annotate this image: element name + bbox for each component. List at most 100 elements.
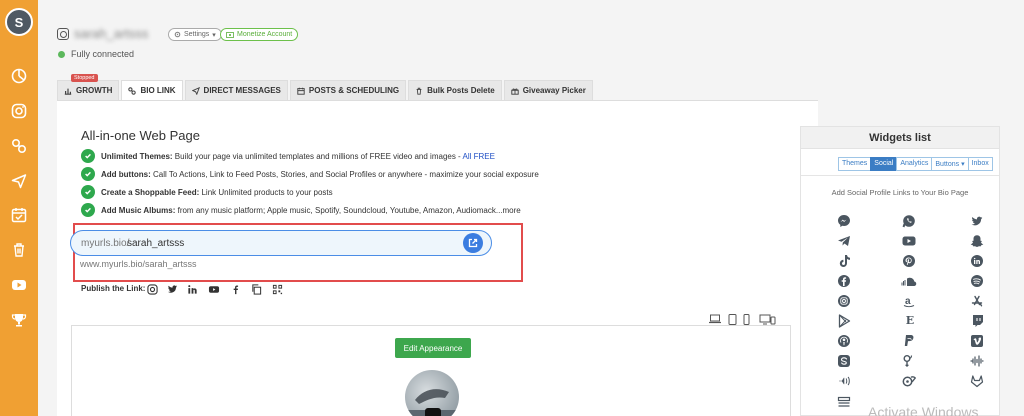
- pie-chart-icon[interactable]: [9, 66, 29, 86]
- clubhouse-icon[interactable]: [836, 373, 852, 389]
- share-qr-code-icon[interactable]: [270, 282, 284, 296]
- twitter-icon[interactable]: [969, 213, 985, 229]
- chevron-down-icon: ▾: [212, 31, 216, 39]
- feature-item: Create a Shoppable Feed: Link Unlimited …: [81, 185, 333, 199]
- gitlab-icon[interactable]: [969, 373, 985, 389]
- open-link-button[interactable]: [463, 233, 483, 253]
- share-facebook-icon[interactable]: [228, 282, 242, 296]
- share-instagram-icon[interactable]: [145, 282, 159, 296]
- share-linkedin-icon[interactable]: [185, 282, 199, 296]
- check-circle-icon: [81, 167, 95, 181]
- podcasts-icon[interactable]: [836, 333, 852, 349]
- widgets-title: Widgets list: [801, 127, 999, 149]
- url-slug[interactable]: sarah_artsss: [127, 238, 184, 249]
- widgets-panel: Widgets list Themes Social Analytics But…: [800, 126, 1000, 416]
- desktop-mobile-icon[interactable]: [759, 313, 776, 325]
- trophy-icon[interactable]: [9, 310, 29, 330]
- tiktok-icon[interactable]: [836, 253, 852, 269]
- feature-title: Create a Shoppable Feed:: [101, 187, 200, 197]
- share-youtube-icon[interactable]: [207, 282, 221, 296]
- trash-icon[interactable]: [9, 240, 29, 260]
- widgets-tabs: Themes Social Analytics Buttons ▾ Inbox: [838, 157, 993, 171]
- instagram-icon[interactable]: [9, 101, 29, 121]
- camera-icon[interactable]: [425, 408, 441, 416]
- link-icon: [128, 86, 137, 95]
- etsy-icon[interactable]: E: [902, 312, 918, 328]
- facebook-icon[interactable]: [836, 273, 852, 289]
- widget-tab-inbox[interactable]: Inbox: [967, 157, 993, 171]
- account-name: sarah_artsss: [74, 26, 149, 41]
- bandcamp-icon[interactable]: [836, 395, 852, 411]
- send-icon: [191, 86, 200, 95]
- tab-direct-messages[interactable]: DIRECT MESSAGES: [184, 80, 288, 100]
- tab-posts-scheduling[interactable]: POSTS & SCHEDULING: [289, 80, 407, 100]
- vimeo-icon[interactable]: [969, 333, 985, 349]
- onlyfans-icon[interactable]: [901, 373, 917, 389]
- link-icon[interactable]: [9, 136, 29, 156]
- share-copy-icon[interactable]: [249, 282, 263, 296]
- app-store-icon[interactable]: [969, 293, 985, 309]
- account-header: sarah_artsss Settings ▾ Monetize Account…: [38, 0, 1024, 76]
- user-avatar[interactable]: S: [5, 8, 33, 36]
- calendar-icon: [297, 87, 305, 95]
- telegram-icon[interactable]: [836, 233, 852, 249]
- feature-item: Add buttons: Call To Actions, Link to Fe…: [81, 167, 539, 181]
- bio-link-panel: All-in-one Web Page Unlimited Themes: Bu…: [57, 100, 818, 416]
- spotify-icon[interactable]: [969, 273, 985, 289]
- feature-item: Unlimited Themes: Build your page via un…: [81, 149, 495, 163]
- all-free-link[interactable]: All FREE: [463, 152, 495, 161]
- share-twitter-icon[interactable]: [165, 282, 179, 296]
- gift-icon: [511, 88, 519, 95]
- laptop-icon[interactable]: [708, 313, 722, 325]
- widget-tab-buttons[interactable]: Buttons ▾: [931, 157, 969, 171]
- tab-bio-link[interactable]: BIO LINK: [121, 80, 183, 100]
- tab-label: POSTS & SCHEDULING: [308, 86, 400, 95]
- bar-chart-icon: [64, 88, 72, 95]
- messenger-icon[interactable]: [836, 213, 852, 229]
- linkedin-icon[interactable]: [969, 253, 985, 269]
- tab-growth[interactable]: Stopped GROWTH: [57, 74, 120, 100]
- feature-title: Unlimited Themes:: [101, 151, 173, 161]
- phone-icon[interactable]: [743, 313, 750, 325]
- widget-tab-social[interactable]: Social: [870, 157, 898, 171]
- monetize-label: Monetize Account: [237, 31, 293, 38]
- whatsapp-icon[interactable]: [901, 213, 917, 229]
- edit-appearance-button[interactable]: Edit Appearance: [395, 338, 471, 358]
- audiomack-icon[interactable]: [969, 353, 985, 369]
- soundcloud-icon[interactable]: [901, 273, 917, 289]
- google-play-icon[interactable]: [836, 313, 852, 329]
- url-prefix: myurls.bio/: [81, 238, 130, 249]
- widgets-subtitle: Add Social Profile Links to Your Bio Pag…: [831, 188, 969, 197]
- monetize-account-button[interactable]: Monetize Account: [220, 28, 299, 41]
- skype-icon[interactable]: [836, 353, 852, 369]
- status-dot-icon: [58, 50, 65, 58]
- send-icon[interactable]: [9, 171, 29, 191]
- full-url-text: www.myurls.bio/sarah_artsss: [80, 259, 197, 269]
- calendar-check-icon[interactable]: [9, 205, 29, 225]
- tablet-icon[interactable]: [728, 313, 737, 325]
- youtube-icon[interactable]: [9, 275, 29, 295]
- money-icon: [226, 31, 234, 38]
- stopped-badge: Stopped: [71, 74, 98, 82]
- settings-button[interactable]: Settings ▾: [168, 28, 222, 41]
- pinterest-icon[interactable]: [901, 253, 917, 269]
- tab-label: Giveaway Picker: [522, 86, 586, 95]
- connection-status: Fully connected: [58, 49, 134, 59]
- tab-label: DIRECT MESSAGES: [203, 86, 281, 95]
- instagram-icon[interactable]: [836, 293, 852, 309]
- check-circle-icon: [81, 185, 95, 199]
- amazon-icon[interactable]: a: [901, 293, 917, 309]
- tab-giveaway-picker[interactable]: Giveaway Picker: [503, 80, 593, 100]
- twitch-icon[interactable]: [969, 313, 985, 329]
- cashapp-icon[interactable]: [901, 353, 917, 369]
- widget-tab-themes[interactable]: Themes: [838, 157, 872, 171]
- feature-title: Add Music Albums:: [101, 205, 176, 215]
- feature-text: Link Unlimited products to your posts: [199, 187, 333, 197]
- snapchat-icon[interactable]: [969, 233, 985, 249]
- instagram-account-icon: [57, 28, 69, 40]
- paypal-icon[interactable]: [901, 333, 917, 349]
- divider: [801, 175, 999, 176]
- youtube-icon[interactable]: [901, 233, 917, 249]
- widget-tab-analytics[interactable]: Analytics: [896, 157, 933, 171]
- tab-bulk-posts-delete[interactable]: Bulk Posts Delete: [408, 80, 502, 100]
